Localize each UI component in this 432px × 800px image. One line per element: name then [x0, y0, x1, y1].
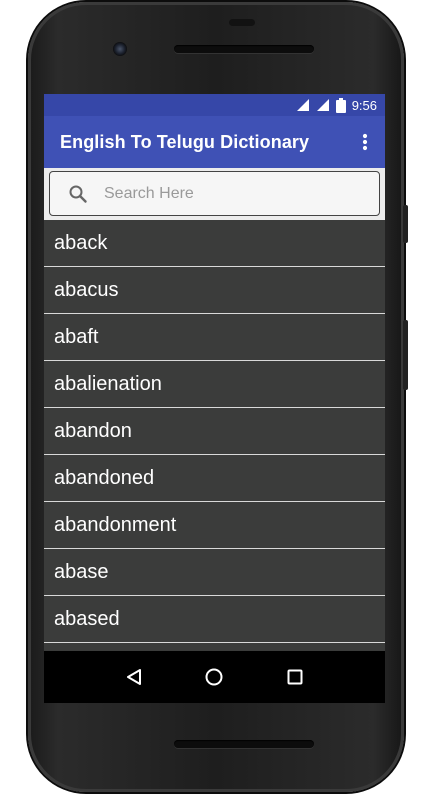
top-earpiece [229, 19, 255, 26]
search-icon [68, 184, 94, 204]
app-bar: English To Telugu Dictionary [44, 116, 385, 168]
search-input[interactable] [102, 183, 366, 204]
list-item[interactable]: abaft [44, 314, 385, 361]
navigation-bar [44, 651, 385, 703]
list-item[interactable]: abalienation [44, 361, 385, 408]
list-item[interactable]: aback [44, 220, 385, 267]
power-button [403, 320, 408, 390]
search-box[interactable] [49, 171, 380, 216]
list-item[interactable]: abase [44, 549, 385, 596]
status-bar: 9:56 [44, 94, 385, 116]
search-area [44, 168, 385, 220]
cell-signal-icon [316, 98, 330, 112]
word-list: aback abacus abaft abalienation abandon … [44, 220, 385, 651]
list-item[interactable]: abacus [44, 267, 385, 314]
list-item[interactable]: abandoned [44, 455, 385, 502]
recents-icon[interactable] [275, 657, 315, 697]
home-icon[interactable] [194, 657, 234, 697]
more-vert-icon[interactable] [345, 116, 385, 168]
wifi-signal-icon [296, 98, 310, 112]
back-icon[interactable] [114, 657, 154, 697]
battery-icon [335, 97, 346, 113]
volume-button [403, 205, 408, 243]
bottom-speaker [174, 740, 314, 748]
app-title: English To Telugu Dictionary [60, 131, 310, 152]
top-speaker [174, 45, 314, 53]
device-screen: 9:56 English To Telugu Dictionary aback … [44, 94, 385, 703]
status-time: 9:56 [351, 97, 377, 113]
list-item[interactable]: abased [44, 596, 385, 643]
front-camera [113, 42, 127, 56]
list-item[interactable]: abandon [44, 408, 385, 455]
list-item[interactable]: abandonment [44, 502, 385, 549]
